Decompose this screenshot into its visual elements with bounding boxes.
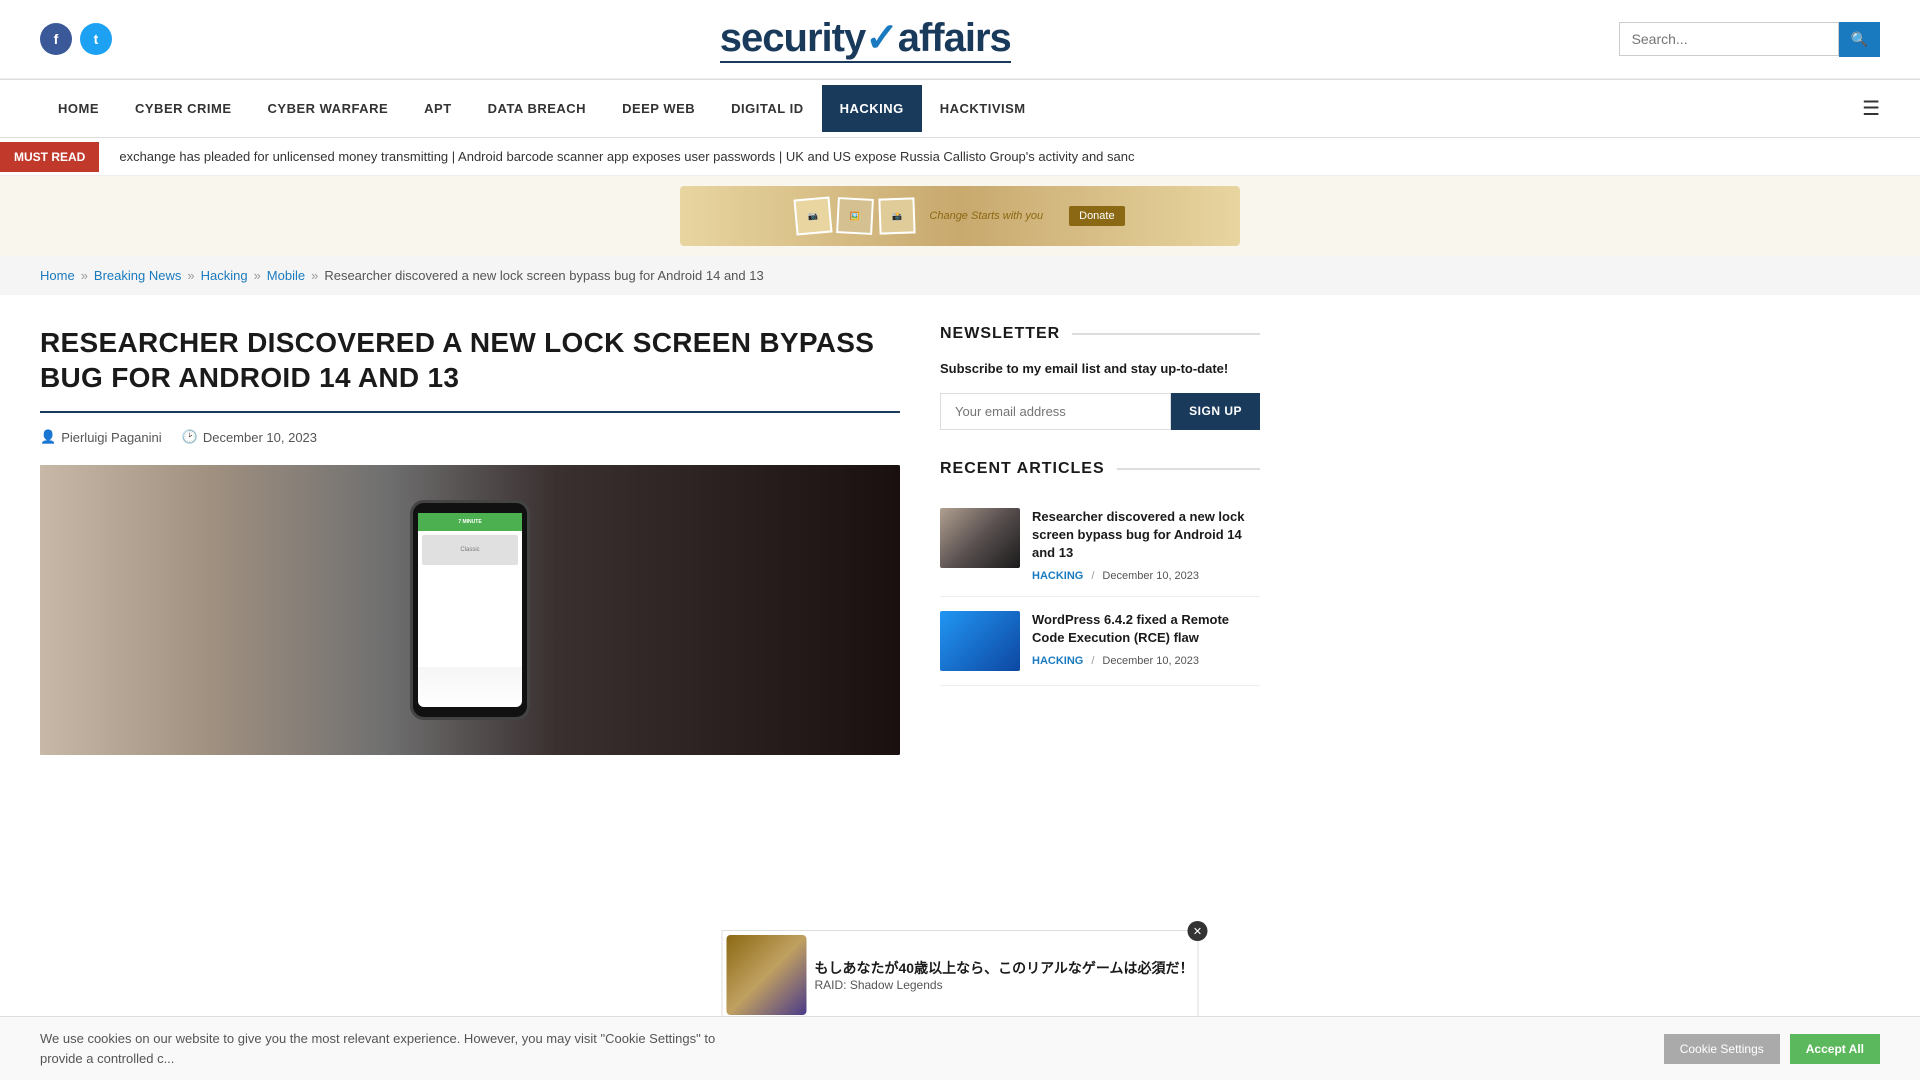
signup-button[interactable]: SIGN UP [1171, 393, 1260, 430]
recent-content-2: WordPress 6.4.2 fixed a Remote Code Exec… [1032, 611, 1260, 671]
article-area: RESEARCHER DISCOVERED A NEW LOCK SCREEN … [40, 325, 900, 755]
recent-date-1: December 10, 2023 [1102, 570, 1199, 582]
recent-article-item-2: WordPress 6.4.2 fixed a Remote Code Exec… [940, 597, 1260, 686]
recent-articles-section: RECENT ARTICLES Researcher discovered a … [940, 460, 1260, 687]
cookie-actions: Cookie Settings Accept All [1664, 1034, 1880, 1064]
recent-articles-title-text: RECENT ARTICLES [940, 460, 1105, 478]
breadcrumb-sep-2: » [187, 268, 194, 283]
recent-sep-1: / [1091, 570, 1094, 582]
newsletter-title-text: NEWSLETTER [940, 325, 1060, 343]
newsletter-section: NEWSLETTER Subscribe to my email list an… [940, 325, 1260, 430]
recent-thumb-1 [940, 508, 1020, 568]
accept-all-button[interactable]: Accept All [1790, 1034, 1880, 1064]
thumb-image-2 [940, 611, 1020, 671]
ad-close-button[interactable]: ✕ [1188, 921, 1208, 941]
cookie-bar: We use cookies on our website to give yo… [0, 1016, 1920, 1080]
logo-part1: security [720, 16, 865, 60]
ad-game-info: もしあなたが40歳以上なら、このリアルなゲームは必須だ！ RAID: Shado… [814, 958, 1193, 992]
facebook-link[interactable]: f [40, 23, 72, 55]
breadcrumb-home[interactable]: Home [40, 268, 75, 283]
article-meta: 👤 Pierluigi Paganini 🕑 December 10, 2023 [40, 429, 900, 445]
ad-game-overlay: ✕ もしあなたが40歳以上なら、このリアルなゲームは必須だ！ RAID: Sha… [721, 930, 1198, 1020]
recent-title-1[interactable]: Researcher discovered a new lock screen … [1032, 508, 1260, 563]
logo-part2: affairs [898, 16, 1011, 60]
cookie-text: We use cookies on our website to give yo… [40, 1029, 740, 1068]
title-line [1072, 333, 1260, 335]
author-icon: 👤 [40, 429, 56, 445]
recent-articles-title: RECENT ARTICLES [940, 460, 1260, 478]
recent-sep-2: / [1091, 655, 1094, 667]
nav-data-breach[interactable]: DATA BREACH [470, 85, 604, 132]
recent-thumb-2 [940, 611, 1020, 671]
main-layout: RESEARCHER DISCOVERED A NEW LOCK SCREEN … [0, 295, 1920, 785]
search-icon: 🔍 [1851, 31, 1868, 47]
breadcrumb-sep-4: » [311, 268, 318, 283]
breadcrumb-sep-3: » [254, 268, 261, 283]
newsletter-title: NEWSLETTER [940, 325, 1260, 343]
article-image: 7 MINUTE Classic [40, 465, 900, 755]
email-input[interactable] [940, 393, 1171, 430]
nav-home[interactable]: HOME [40, 85, 117, 132]
publish-date: December 10, 2023 [203, 430, 317, 445]
recent-tag-2[interactable]: HACKING [1032, 655, 1083, 667]
newsletter-description: Subscribe to my email list and stay up-t… [940, 359, 1260, 379]
nav-more-icon[interactable]: ☰ [1862, 80, 1880, 137]
meta-author: 👤 Pierluigi Paganini [40, 429, 162, 445]
nav-deep-web[interactable]: DEEP WEB [604, 85, 713, 132]
phone-screen: 7 MINUTE Classic [418, 513, 522, 707]
ad-banner: 📷 🖼️ 📸 Change Starts with you Donate [0, 176, 1920, 256]
ad-game-thumb [726, 935, 806, 1015]
breadcrumb-sep-1: » [81, 268, 88, 283]
search-input[interactable] [1619, 22, 1839, 56]
logo-checkmark: ✓ [865, 16, 898, 60]
ad-game-text: もしあなたが40歳以上なら、このリアルなゲームは必須だ！ [814, 958, 1193, 978]
article-divider [40, 411, 900, 413]
meta-date: 🕑 December 10, 2023 [182, 429, 317, 445]
title-line-2 [1117, 468, 1260, 470]
article-title: RESEARCHER DISCOVERED A NEW LOCK SCREEN … [40, 325, 900, 395]
breadcrumb-current: Researcher discovered a new lock screen … [324, 268, 763, 283]
recent-meta-2: HACKING / December 10, 2023 [1032, 655, 1260, 667]
hero-image: 7 MINUTE Classic [40, 465, 900, 755]
newsletter-form: SIGN UP [940, 393, 1260, 430]
nav-apt[interactable]: APT [406, 85, 470, 132]
ad-content[interactable]: 📷 🖼️ 📸 Change Starts with you Donate [680, 186, 1240, 246]
ad-image: 📷 🖼️ 📸 Change Starts with you Donate [680, 186, 1240, 246]
nav-digital-id[interactable]: DIGITAL ID [713, 85, 821, 132]
twitter-link[interactable]: t [80, 23, 112, 55]
ad-game-subtitle: RAID: Shadow Legends [814, 978, 1193, 992]
must-read-badge: MUST READ [0, 142, 99, 172]
news-ticker: MUST READ exchange has pleaded for unlic… [0, 138, 1920, 176]
site-header: f t security✓affairs 🔍 [0, 0, 1920, 79]
nav-hacktivism[interactable]: HACKTIVISM [922, 85, 1044, 132]
clock-icon: 🕑 [182, 429, 198, 445]
recent-article-item: Researcher discovered a new lock screen … [940, 494, 1260, 598]
recent-meta-1: HACKING / December 10, 2023 [1032, 570, 1260, 582]
breadcrumb-mobile[interactable]: Mobile [267, 268, 305, 283]
recent-content-1: Researcher discovered a new lock screen … [1032, 508, 1260, 583]
nav-cyber-warfare[interactable]: CYBER WARFARE [250, 85, 407, 132]
cookie-settings-button[interactable]: Cookie Settings [1664, 1034, 1780, 1064]
recent-title-2[interactable]: WordPress 6.4.2 fixed a Remote Code Exec… [1032, 611, 1260, 647]
search-area: 🔍 [1619, 22, 1880, 57]
sidebar: NEWSLETTER Subscribe to my email list an… [940, 325, 1260, 755]
nav-cyber-crime[interactable]: CYBER CRIME [117, 85, 250, 132]
main-nav: HOME CYBER CRIME CYBER WARFARE APT DATA … [0, 79, 1920, 138]
breadcrumb-hacking[interactable]: Hacking [201, 268, 248, 283]
recent-tag-1[interactable]: HACKING [1032, 570, 1083, 582]
thumb-image-1 [940, 508, 1020, 568]
nav-hacking[interactable]: HACKING [822, 85, 922, 132]
ticker-text: exchange has pleaded for unlicensed mone… [99, 149, 1920, 164]
site-logo[interactable]: security✓affairs [720, 15, 1011, 63]
search-button[interactable]: 🔍 [1839, 22, 1880, 57]
recent-date-2: December 10, 2023 [1102, 655, 1199, 667]
social-links: f t [40, 23, 112, 55]
logo-text: security✓affairs [720, 15, 1011, 63]
breadcrumb: Home » Breaking News » Hacking » Mobile … [0, 256, 1920, 295]
phone-graphic: 7 MINUTE Classic [410, 500, 530, 720]
author-name: Pierluigi Paganini [61, 430, 161, 445]
breadcrumb-breaking-news[interactable]: Breaking News [94, 268, 181, 283]
